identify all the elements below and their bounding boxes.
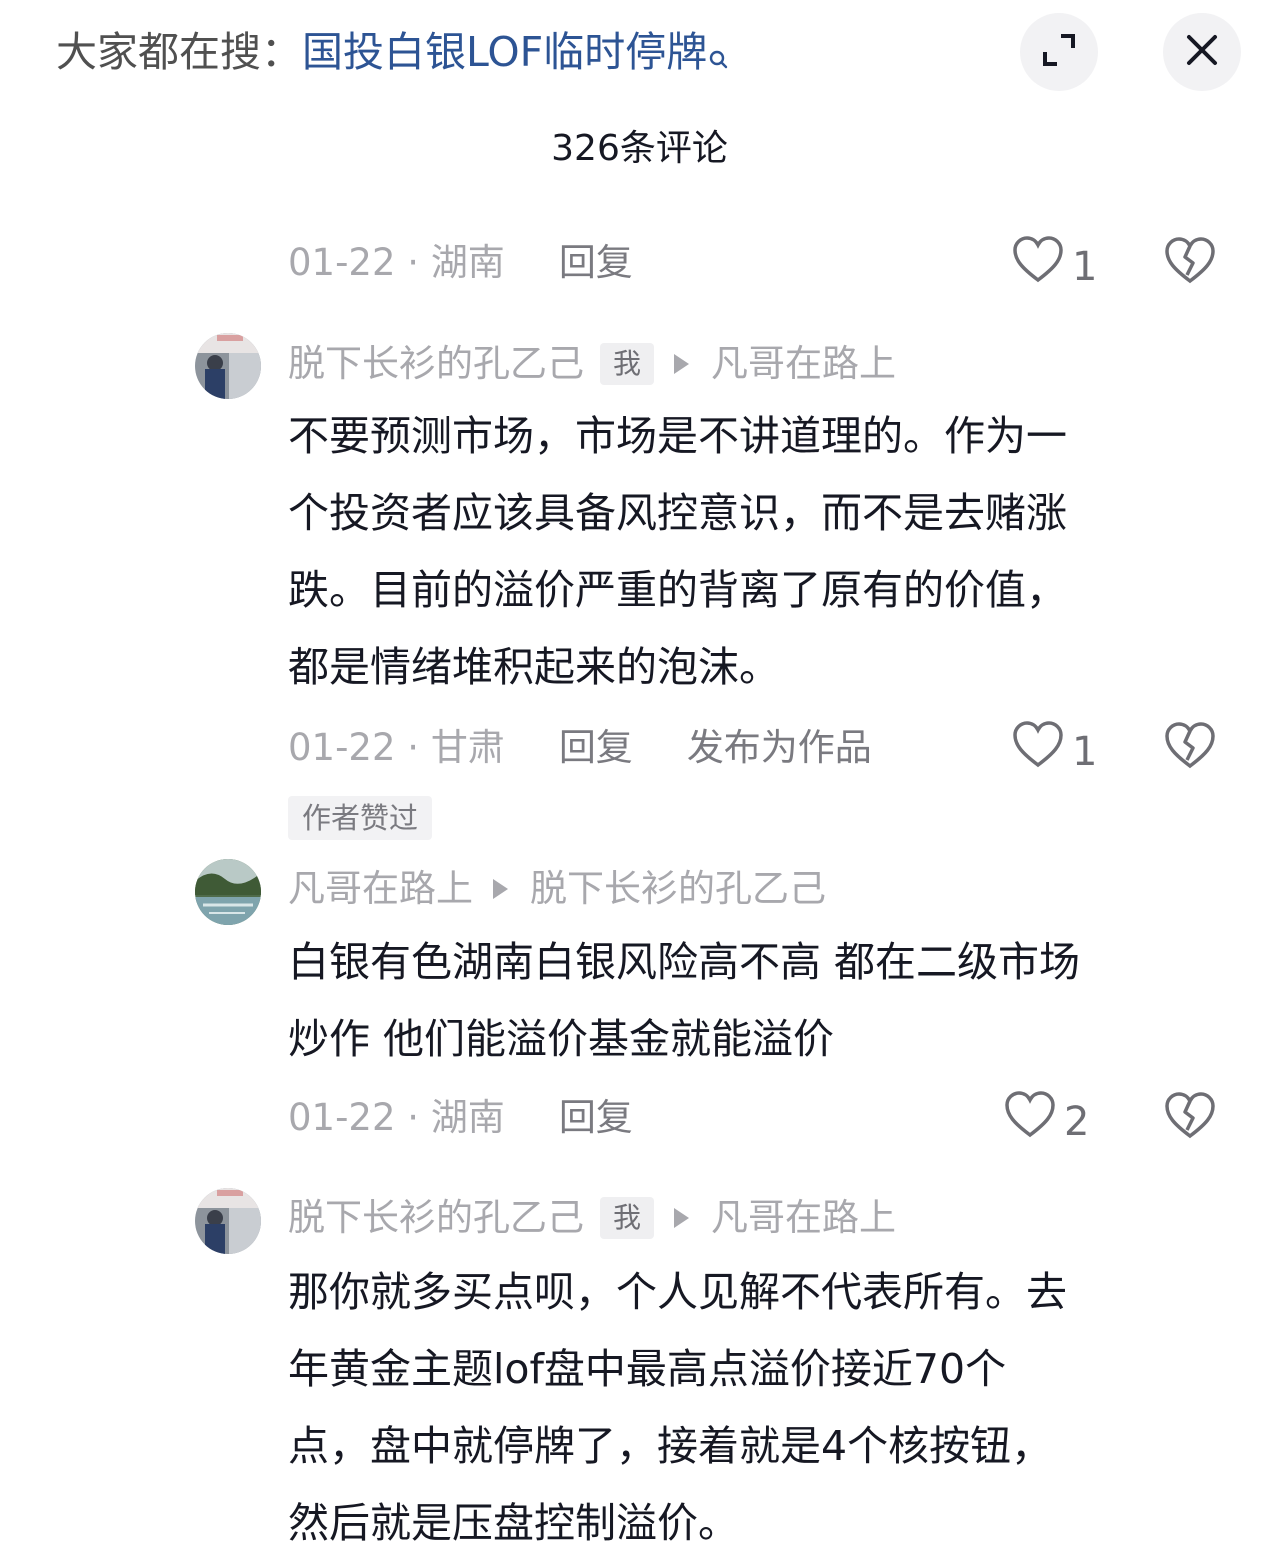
- close-button[interactable]: [1163, 13, 1241, 91]
- heart-icon: [1012, 236, 1072, 298]
- close-icon: [1184, 32, 1220, 72]
- comment-location: 湖南: [430, 1096, 505, 1139]
- expand-button[interactable]: [1020, 13, 1098, 91]
- reply-arrow-icon: [674, 1208, 690, 1228]
- reply-to-name[interactable]: 脱下长衫的孔乙己: [530, 861, 826, 917]
- like-button[interactable]: 1: [1012, 236, 1097, 298]
- comment-header: 凡哥在路上 脱下长衫的孔乙己: [288, 861, 826, 917]
- reply-to-name[interactable]: 凡哥在路上: [711, 1190, 896, 1246]
- dislike-button[interactable]: [1162, 235, 1218, 291]
- hot-search-term[interactable]: 国投白银LOF临时停牌: [302, 28, 707, 76]
- comment-text: 不要预测市场，市场是不讲道理的。作为一 个投资者应该具备风控意识，而不是去赌涨 …: [288, 412, 1067, 691]
- comment-date: 01-22: [288, 726, 396, 769]
- like-count: 2: [1064, 1099, 1090, 1145]
- avatar[interactable]: [195, 333, 261, 399]
- like-button[interactable]: 1: [1012, 721, 1097, 783]
- like-count: 1: [1072, 244, 1098, 290]
- comment-text: 白银有色湖南白银风险高不高 都在二级市场 炒作 他们能溢价基金就能溢价: [288, 938, 1081, 1063]
- dislike-button[interactable]: [1162, 1090, 1218, 1146]
- comment-meta: 01-22 · 湖南 回复: [288, 1096, 633, 1139]
- author-name[interactable]: 脱下长衫的孔乙己: [288, 1190, 584, 1246]
- search-icon: [709, 30, 729, 69]
- author-name[interactable]: 凡哥在路上: [288, 861, 473, 917]
- comment-date: 01-22: [288, 241, 396, 284]
- me-badge: 我: [600, 343, 655, 385]
- heart-icon: [1004, 1091, 1064, 1153]
- comment-date: 01-22: [288, 1096, 396, 1139]
- reply-to-name[interactable]: 凡哥在路上: [711, 336, 896, 392]
- avatar[interactable]: [195, 1188, 261, 1254]
- comment-location: 湖南: [430, 241, 505, 284]
- broken-heart-icon: [1164, 1092, 1216, 1144]
- comment-meta: 01-22 · 甘肃 回复 发布为作品: [288, 726, 872, 769]
- author-liked-tag: 作者赞过: [288, 796, 433, 840]
- comment-header: 脱下长衫的孔乙己 我 凡哥在路上: [288, 1190, 896, 1246]
- me-badge: 我: [600, 1197, 655, 1239]
- comment-header: 脱下长衫的孔乙己 我 凡哥在路上: [288, 336, 896, 392]
- broken-heart-icon: [1164, 722, 1216, 774]
- comment-count: 326条评论: [551, 128, 728, 169]
- expand-icon: [1039, 30, 1079, 74]
- comment-meta: 01-22 · 湖南 回复: [288, 241, 633, 284]
- hot-search-label: 大家都在搜：: [56, 28, 302, 76]
- hot-search-bar[interactable]: 大家都在搜：国投白银LOF临时停牌: [56, 24, 729, 80]
- comment-location: 甘肃: [430, 726, 505, 769]
- broken-heart-icon: [1164, 237, 1216, 289]
- dislike-button[interactable]: [1162, 720, 1218, 776]
- comment-text: 那你就多买点呗，个人见解不代表所有。去 年黄金主题lof盘中最高点溢价接近70个…: [288, 1268, 1067, 1547]
- like-count: 1: [1072, 729, 1098, 775]
- reply-arrow-icon: [674, 354, 690, 374]
- reply-button[interactable]: 回复: [559, 1096, 633, 1139]
- like-button[interactable]: 2: [1004, 1091, 1089, 1153]
- reply-arrow-icon: [493, 879, 508, 899]
- reply-button[interactable]: 回复: [559, 241, 633, 284]
- reply-button[interactable]: 回复: [559, 726, 633, 769]
- avatar[interactable]: [195, 859, 261, 925]
- author-name[interactable]: 脱下长衫的孔乙己: [288, 336, 584, 392]
- heart-icon: [1012, 721, 1072, 783]
- publish-as-post-button[interactable]: 发布为作品: [687, 726, 872, 769]
